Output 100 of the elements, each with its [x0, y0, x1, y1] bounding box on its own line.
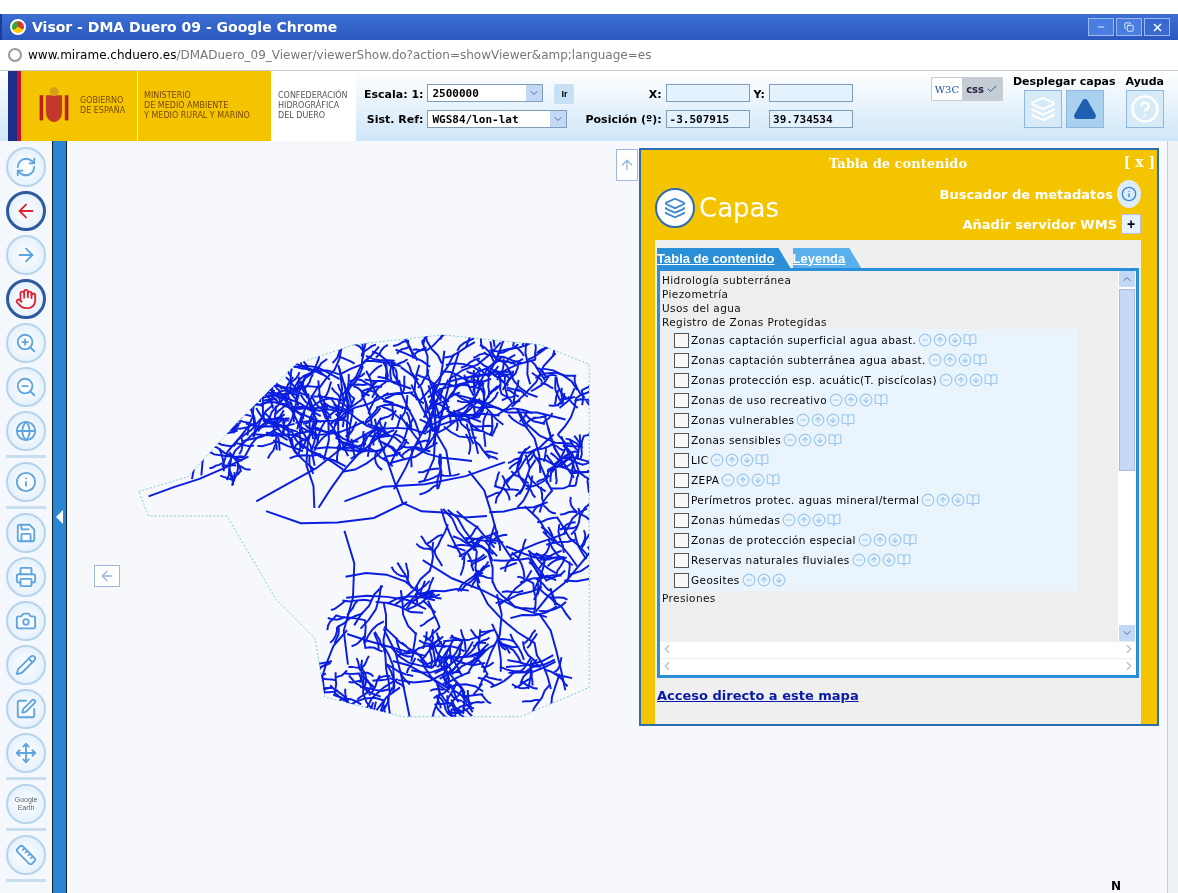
browser-scrollbar[interactable]: [1167, 141, 1178, 893]
move-up-icon[interactable]: [798, 433, 812, 447]
remove-icon[interactable]: [921, 493, 936, 507]
move-up-icon[interactable]: [936, 493, 951, 507]
move-up-icon[interactable]: [942, 353, 957, 367]
move-down-icon[interactable]: [813, 433, 827, 447]
move-up-icon[interactable]: [811, 413, 826, 427]
remove-icon[interactable]: [783, 433, 797, 447]
layer-checkbox[interactable]: [674, 392, 689, 408]
zoom-out-button[interactable]: [6, 367, 46, 407]
legend-icon[interactable]: [766, 473, 781, 487]
move-down-icon[interactable]: [812, 513, 827, 527]
x-field[interactable]: [665, 84, 750, 102]
move-down-icon[interactable]: [951, 493, 966, 507]
remove-icon[interactable]: [938, 373, 953, 387]
move-down-icon[interactable]: [826, 413, 841, 427]
remove-icon[interactable]: [741, 573, 756, 587]
layer-checkbox[interactable]: [674, 492, 689, 508]
sidebar-collapse-bar[interactable]: [53, 141, 67, 893]
w3c-css-badge[interactable]: W3C css: [930, 77, 1003, 101]
move-up-icon[interactable]: [797, 513, 812, 527]
layer-checkbox[interactable]: [674, 412, 689, 428]
move-up-icon[interactable]: [872, 533, 887, 547]
remove-icon[interactable]: [796, 413, 811, 427]
layer-checkbox[interactable]: [674, 452, 689, 468]
move-up-icon[interactable]: [866, 553, 881, 567]
layer-checkbox[interactable]: [674, 432, 689, 448]
go-button[interactable]: Ir: [554, 84, 575, 104]
move-down-icon[interactable]: [948, 333, 963, 347]
pan-up-button[interactable]: [616, 149, 638, 181]
move-up-icon[interactable]: [725, 453, 740, 467]
pan-left-button[interactable]: [94, 565, 120, 587]
remove-icon[interactable]: [829, 393, 844, 407]
move-down-icon[interactable]: [968, 373, 983, 387]
legend-icon[interactable]: [966, 493, 981, 507]
legend-icon[interactable]: [896, 553, 911, 567]
remove-icon[interactable]: [851, 553, 866, 567]
longitude-field[interactable]: -3.507915: [665, 110, 750, 128]
move-up-icon[interactable]: [933, 333, 948, 347]
move-arrows-button[interactable]: [6, 733, 46, 773]
collapse-button[interactable]: [1066, 90, 1105, 128]
remove-icon[interactable]: [782, 513, 797, 527]
layer-checkbox[interactable]: [674, 472, 689, 488]
address-field[interactable]: www.mirame.chduero.es/DMADuero_09_Viewer/viewerShow.do?action=showViewer&amp;language=es: [28, 48, 652, 62]
pencil-button[interactable]: [6, 645, 46, 685]
legend-icon[interactable]: [827, 513, 842, 527]
tab[interactable]: Tabla de contenido: [657, 248, 791, 268]
move-down-icon[interactable]: [881, 553, 896, 567]
layer-checkbox[interactable]: [674, 372, 689, 388]
move-up-icon[interactable]: [844, 393, 859, 407]
layer-group[interactable]: Hidrología subterránea: [662, 273, 1118, 287]
move-down-icon[interactable]: [859, 393, 874, 407]
layer-checkbox[interactable]: [674, 532, 689, 548]
remove-icon[interactable]: [927, 353, 942, 367]
back-arrow-button[interactable]: [6, 191, 46, 231]
camera-button[interactable]: [6, 601, 46, 641]
layer-checkbox[interactable]: [674, 552, 689, 568]
layer-checkbox[interactable]: [674, 352, 689, 368]
layer-group[interactable]: Usos del agua: [662, 301, 1118, 315]
reference-system-select[interactable]: WGS84/lon-lat: [427, 110, 568, 128]
legend-icon[interactable]: [972, 353, 987, 367]
legend-icon[interactable]: [902, 533, 917, 547]
layer-group[interactable]: Registro de Zonas Protegidas: [662, 315, 1118, 329]
layer-group[interactable]: Presiones: [662, 591, 1118, 605]
info-button[interactable]: [6, 462, 46, 502]
scrollbar[interactable]: [1118, 271, 1136, 642]
layer-checkbox[interactable]: [674, 572, 689, 588]
remove-icon[interactable]: [918, 333, 933, 347]
scale-select[interactable]: 2500000: [427, 84, 544, 102]
globe-button[interactable]: [6, 411, 46, 451]
y-field[interactable]: [769, 84, 853, 102]
remove-icon[interactable]: [857, 533, 872, 547]
minimize-button[interactable]: [1088, 18, 1114, 36]
restore-button[interactable]: [1116, 18, 1142, 36]
move-up-icon[interactable]: [953, 373, 968, 387]
legend-icon[interactable]: [874, 393, 889, 407]
move-down-icon[interactable]: [887, 533, 902, 547]
layer-group[interactable]: Piezometría: [662, 287, 1118, 301]
info-icon[interactable]: [1117, 180, 1141, 208]
ruler-button[interactable]: [6, 835, 46, 875]
floppy-disk-button[interactable]: [6, 513, 46, 553]
remove-icon[interactable]: [710, 453, 725, 467]
move-up-icon[interactable]: [756, 573, 771, 587]
latitude-field[interactable]: 39.734534: [769, 110, 853, 128]
help-button[interactable]: [1125, 90, 1164, 128]
pencil-square-button[interactable]: [6, 689, 46, 729]
close-button[interactable]: [1144, 18, 1170, 36]
remove-icon[interactable]: [721, 473, 736, 487]
layer-checkbox[interactable]: [674, 512, 689, 528]
legend-icon[interactable]: [828, 433, 842, 447]
legend-icon[interactable]: [755, 453, 770, 467]
legend-icon[interactable]: [963, 333, 978, 347]
legend-icon[interactable]: [983, 373, 998, 387]
direct-map-link[interactable]: Acceso directo a este mapa: [657, 688, 859, 703]
move-down-icon[interactable]: [957, 353, 972, 367]
move-down-icon[interactable]: [740, 453, 755, 467]
hand-button[interactable]: [6, 279, 46, 319]
legend-icon[interactable]: [841, 413, 856, 427]
move-up-icon[interactable]: [736, 473, 751, 487]
move-down-icon[interactable]: [771, 573, 786, 587]
